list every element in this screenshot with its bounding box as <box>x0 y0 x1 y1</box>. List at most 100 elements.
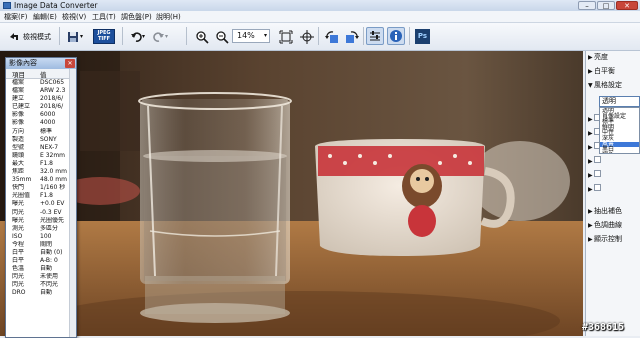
info-panel-titlebar[interactable]: 影像內容 ✕ <box>6 58 76 69</box>
section-white-balance[interactable]: ▶白平衡 <box>588 65 615 77</box>
info-row-value: ARW 2.3 <box>40 87 66 95</box>
info-row[interactable]: 閃光 未使用 <box>6 273 76 281</box>
info-row-key: 檔案 <box>12 79 25 86</box>
view-mode-button[interactable]: 檢視模式 <box>5 27 53 45</box>
close-button[interactable]: ✕ <box>616 1 638 10</box>
info-row-key: 閃光 <box>12 208 25 216</box>
info-row[interactable]: 檔案 ARW 2.3 <box>6 87 76 95</box>
info-row[interactable]: 閃光 不閃光 <box>6 281 76 289</box>
info-row[interactable]: 型號 NEX-7 <box>6 144 76 152</box>
info-row[interactable]: 光圈值 F1.8 <box>6 192 76 200</box>
info-row-value: 多區分 <box>40 224 59 232</box>
info-row-key: 影像 <box>12 111 25 119</box>
info-table-body: 檔案 DSC065 檔案 ARW 2.3 建立 2018/6/已建立 2018/6/影像 60… <box>6 79 76 298</box>
crosshair-icon <box>300 30 314 44</box>
menu-help[interactable]: 說明(H) <box>156 12 181 22</box>
info-panel-scrollbar[interactable] <box>69 69 76 337</box>
info-panel-close-button[interactable]: ✕ <box>65 59 75 68</box>
minimize-button[interactable]: – <box>578 1 596 10</box>
info-row[interactable]: 最大 F1.8 <box>6 160 76 168</box>
collapsed-section[interactable]: ▶ <box>588 155 604 167</box>
info-row[interactable]: 白平 自動 (0) <box>6 249 76 257</box>
toolbar: 檢視模式 ▾ JPEG TIFF ▾ ▾ 14% ▾ Ps <box>0 23 640 51</box>
info-row[interactable]: 影像 4000 <box>6 119 76 127</box>
info-row[interactable]: 已建立 2018/6/ <box>6 103 76 111</box>
info-row-value: 1/160 秒 <box>40 184 66 192</box>
zoom-out-button[interactable] <box>212 27 230 45</box>
info-row-value: 2018/6/ <box>40 95 64 103</box>
info-row[interactable]: 色溫 自動 <box>6 265 76 273</box>
menu-tools[interactable]: 工具(T) <box>92 12 116 22</box>
info-row[interactable]: 建立 2018/6/ <box>6 95 76 103</box>
checkbox[interactable] <box>594 156 601 163</box>
undo-button[interactable]: ▾ <box>127 27 147 45</box>
creative-style-select[interactable]: 透明 <box>599 96 640 107</box>
info-row[interactable]: 檔案 DSC065 <box>6 79 76 87</box>
info-row[interactable]: 快門 1/160 秒 <box>6 184 76 192</box>
window-title: Image Data Converter <box>14 1 98 10</box>
section-display-control[interactable]: ▶顯示控制 <box>588 233 622 245</box>
info-row-value: 光圈優先 <box>40 216 65 224</box>
fit-screen-icon <box>279 30 293 44</box>
redo-icon <box>153 32 164 42</box>
rotate-right-button[interactable] <box>342 27 360 45</box>
info-row[interactable]: 測光 多區分 <box>6 225 76 233</box>
info-row-value: F1.8 <box>40 192 53 200</box>
info-row-value: 48.0 mm <box>40 176 67 184</box>
jpeg-tiff-button[interactable]: JPEG TIFF <box>90 27 116 45</box>
info-row-value: F1.8 <box>40 159 53 167</box>
section-tone-curve[interactable]: ▶色調曲線 <box>588 219 622 231</box>
menu-edit[interactable]: 編輯(E) <box>33 12 57 22</box>
checkbox[interactable] <box>594 170 601 177</box>
checkbox[interactable] <box>594 184 601 191</box>
info-row-key: 曝光 <box>12 216 25 224</box>
info-row-key: ISO <box>12 232 23 240</box>
info-panel-toggle[interactable] <box>387 27 405 45</box>
info-row-key: 建立 <box>12 95 25 103</box>
section-extract-color[interactable]: ▶抽出補色 <box>588 205 622 217</box>
zoom-in-button[interactable] <box>192 27 210 45</box>
info-row[interactable]: 曝光 光圈優先 <box>6 217 76 225</box>
collapsed-section[interactable]: ▶ <box>588 183 604 195</box>
zoom-level-field[interactable]: 14% ▾ <box>232 29 270 43</box>
info-row[interactable]: ISO 100 <box>6 233 76 241</box>
info-row[interactable]: 曝光 +0.0 EV <box>6 200 76 208</box>
info-row-key: 光圈值 <box>12 192 31 200</box>
info-row[interactable]: 鏡頭 E 32mm <box>6 152 76 160</box>
maximize-button[interactable]: □ <box>597 1 615 10</box>
menu-palette[interactable]: 調色盤(P) <box>121 12 152 22</box>
photoshop-icon: Ps <box>415 29 430 44</box>
separator <box>363 27 364 45</box>
rotate-left-button[interactable] <box>322 27 340 45</box>
image-preview[interactable] <box>0 51 583 336</box>
back-arrow-icon <box>10 33 18 40</box>
save-button[interactable]: ▾ <box>64 27 86 45</box>
info-row-value: 自動 <box>40 289 53 297</box>
info-row[interactable]: 方向 標準 <box>6 128 76 136</box>
menu-file[interactable]: 檔案(F) <box>4 12 28 22</box>
info-row[interactable]: 閃光 -0.3 EV <box>6 209 76 217</box>
dropdown-option[interactable]: 褐色 <box>600 152 639 153</box>
info-row-key: 色溫 <box>12 265 25 273</box>
column-header-item[interactable]: 項目 <box>12 69 40 79</box>
section-creative-style[interactable]: ▼風格設定 <box>588 79 622 91</box>
info-row[interactable]: 影像 6000 <box>6 111 76 119</box>
column-header-value[interactable]: 值 <box>40 69 68 79</box>
info-row-value: NEX-7 <box>40 143 59 151</box>
collapsed-section[interactable]: ▶ <box>588 169 604 181</box>
info-row-value: -0.3 EV <box>40 208 62 216</box>
photoshop-button[interactable]: Ps <box>413 27 431 45</box>
section-brightness[interactable]: ▶亮度 <box>588 51 608 63</box>
adjust-panel-toggle[interactable] <box>366 27 384 45</box>
info-row[interactable]: 製造 SONY <box>6 136 76 144</box>
crosshair-button[interactable] <box>297 27 315 45</box>
info-row[interactable]: DRO 自動 <box>6 289 76 297</box>
info-row[interactable]: 35mm 48.0 mm <box>6 176 76 184</box>
info-row[interactable]: 今程 關閉 <box>6 241 76 249</box>
info-row[interactable]: 焦距 32.0 mm <box>6 168 76 176</box>
menu-view[interactable]: 檢視(V) <box>62 12 86 22</box>
fit-to-window-button[interactable] <box>276 27 294 45</box>
redo-button[interactable]: ▾ <box>150 27 170 45</box>
info-row[interactable]: 白平 A-B: 0 <box>6 257 76 265</box>
adjustment-panel: ▶亮度 ▶白平衡 ▼風格設定 ▶ ▶ ▶ ▶ ▶ ▶ ▶抽出補色 ▶色調曲線 ▶… <box>585 51 640 336</box>
